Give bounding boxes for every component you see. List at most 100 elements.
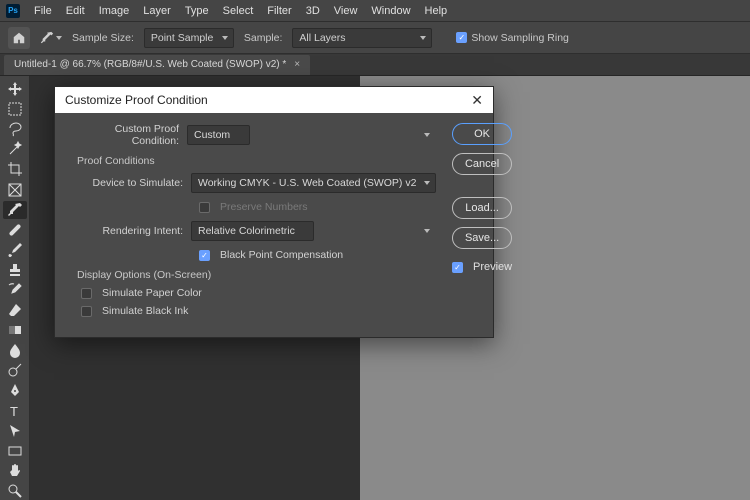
eyedropper-tool[interactable]	[3, 201, 27, 219]
home-icon	[12, 31, 26, 45]
simulate-paper-checkbox[interactable]	[81, 288, 92, 299]
proof-conditions-header: Proof Conditions	[77, 155, 436, 167]
ok-button[interactable]: OK	[452, 123, 512, 145]
type-icon: T	[7, 403, 23, 419]
save-button[interactable]: Save...	[452, 227, 512, 249]
sample-size-select[interactable]: Point Sample	[144, 28, 234, 48]
device-to-simulate-label: Device to Simulate:	[77, 177, 183, 189]
brush-tool[interactable]	[3, 241, 27, 259]
device-to-simulate-select[interactable]: Working CMYK - U.S. Web Coated (SWOP) v2	[191, 173, 436, 193]
sample-label: Sample:	[244, 32, 283, 44]
customize-proof-condition-dialog: Customize Proof Condition ✕ Custom Proof…	[54, 86, 494, 338]
stamp-tool[interactable]	[3, 261, 27, 279]
move-tool[interactable]	[3, 80, 27, 98]
hand-icon	[7, 463, 23, 479]
chevron-down-icon	[56, 36, 62, 40]
bandage-icon	[7, 222, 23, 238]
rendering-intent-label: Rendering Intent:	[77, 225, 183, 237]
dodge-icon	[7, 362, 23, 378]
gradient-icon	[7, 322, 23, 338]
drop-icon	[7, 342, 23, 358]
rendering-intent-select[interactable]: Relative Colorimetric	[191, 221, 436, 241]
preview-checkbox[interactable]: ✓ Preview	[452, 261, 512, 273]
rectangle-icon	[7, 443, 23, 459]
menu-item[interactable]: Help	[425, 5, 448, 17]
home-button[interactable]	[8, 27, 30, 49]
menu-item[interactable]: Window	[371, 5, 410, 17]
cancel-button[interactable]: Cancel	[452, 153, 512, 175]
svg-text:T: T	[10, 404, 18, 419]
eyedropper-icon	[40, 30, 54, 46]
history-brush-icon	[7, 282, 23, 298]
history-brush-tool[interactable]	[3, 281, 27, 299]
lasso-tool[interactable]	[3, 120, 27, 138]
heal-tool[interactable]	[3, 221, 27, 239]
simulate-ink-checkbox[interactable]	[81, 306, 92, 317]
sample-size-label: Sample Size:	[72, 32, 134, 44]
document-tab[interactable]: Untitled-1 @ 66.7% (RGB/8#/U.S. Web Coat…	[4, 55, 310, 75]
menu-item[interactable]: Edit	[66, 5, 85, 17]
menu-item[interactable]: Type	[185, 5, 209, 17]
zoom-tool[interactable]	[3, 482, 27, 500]
hand-tool[interactable]	[3, 462, 27, 480]
wand-icon	[7, 141, 23, 157]
marquee-tool[interactable]	[3, 100, 27, 118]
brush-icon	[7, 242, 23, 258]
type-tool[interactable]: T	[3, 402, 27, 420]
dialog-titlebar[interactable]: Customize Proof Condition ✕	[55, 87, 493, 113]
tools-panel: T	[0, 76, 30, 500]
wand-tool[interactable]	[3, 140, 27, 158]
preserve-numbers-label: Preserve Numbers	[220, 201, 308, 213]
black-point-label: Black Point Compensation	[220, 249, 343, 261]
frame-tool[interactable]	[3, 180, 27, 198]
options-bar: Sample Size: Point Sample Sample: All La…	[0, 22, 750, 54]
dodge-tool[interactable]	[3, 361, 27, 379]
document-tab-title: Untitled-1 @ 66.7% (RGB/8#/U.S. Web Coat…	[14, 59, 286, 70]
path-tool[interactable]	[3, 422, 27, 440]
show-sampling-ring-label: Show Sampling Ring	[471, 32, 568, 44]
simulate-ink-label: Simulate Black Ink	[102, 305, 188, 317]
check-icon: ✓	[452, 262, 463, 273]
eraser-tool[interactable]	[3, 301, 27, 319]
check-icon: ✓	[456, 32, 467, 43]
tool-indicator[interactable]	[40, 27, 62, 49]
move-icon	[7, 81, 23, 97]
stamp-icon	[7, 262, 23, 278]
menu-item[interactable]: Filter	[267, 5, 291, 17]
menu-item[interactable]: Layer	[143, 5, 171, 17]
eraser-icon	[7, 302, 23, 318]
custom-proof-condition-select[interactable]: Custom	[187, 125, 436, 145]
menu-item[interactable]: Image	[99, 5, 130, 17]
display-options-header: Display Options (On-Screen)	[77, 269, 436, 281]
app-logo: Ps	[6, 4, 20, 18]
menu-item[interactable]: View	[334, 5, 358, 17]
menu-item[interactable]: Select	[223, 5, 254, 17]
blur-tool[interactable]	[3, 341, 27, 359]
lasso-icon	[7, 121, 23, 137]
eyedropper-icon	[7, 202, 23, 218]
shape-tool[interactable]	[3, 442, 27, 460]
preserve-numbers-checkbox	[199, 202, 210, 213]
custom-proof-condition-label: Custom Proof Condition:	[67, 123, 179, 147]
menu-item[interactable]: 3D	[306, 5, 320, 17]
frame-icon	[7, 182, 23, 198]
pen-tool[interactable]	[3, 381, 27, 399]
sample-select[interactable]: All Layers	[292, 28, 432, 48]
crop-tool[interactable]	[3, 160, 27, 178]
path-icon	[7, 423, 23, 439]
close-icon[interactable]: ×	[294, 59, 300, 70]
close-icon[interactable]: ✕	[471, 92, 483, 109]
menu-item[interactable]: File	[34, 5, 52, 17]
zoom-icon	[7, 483, 23, 499]
simulate-paper-label: Simulate Paper Color	[102, 287, 202, 299]
crop-icon	[7, 161, 23, 177]
pen-icon	[7, 382, 23, 398]
black-point-checkbox[interactable]: ✓	[199, 250, 210, 261]
gradient-tool[interactable]	[3, 321, 27, 339]
show-sampling-ring-checkbox[interactable]: ✓ Show Sampling Ring	[456, 32, 568, 44]
preview-label: Preview	[473, 261, 512, 273]
menu-bar: Ps File Edit Image Layer Type Select Fil…	[0, 0, 750, 22]
dialog-title: Customize Proof Condition	[65, 93, 208, 107]
marquee-icon	[7, 101, 23, 117]
load-button[interactable]: Load...	[452, 197, 512, 219]
